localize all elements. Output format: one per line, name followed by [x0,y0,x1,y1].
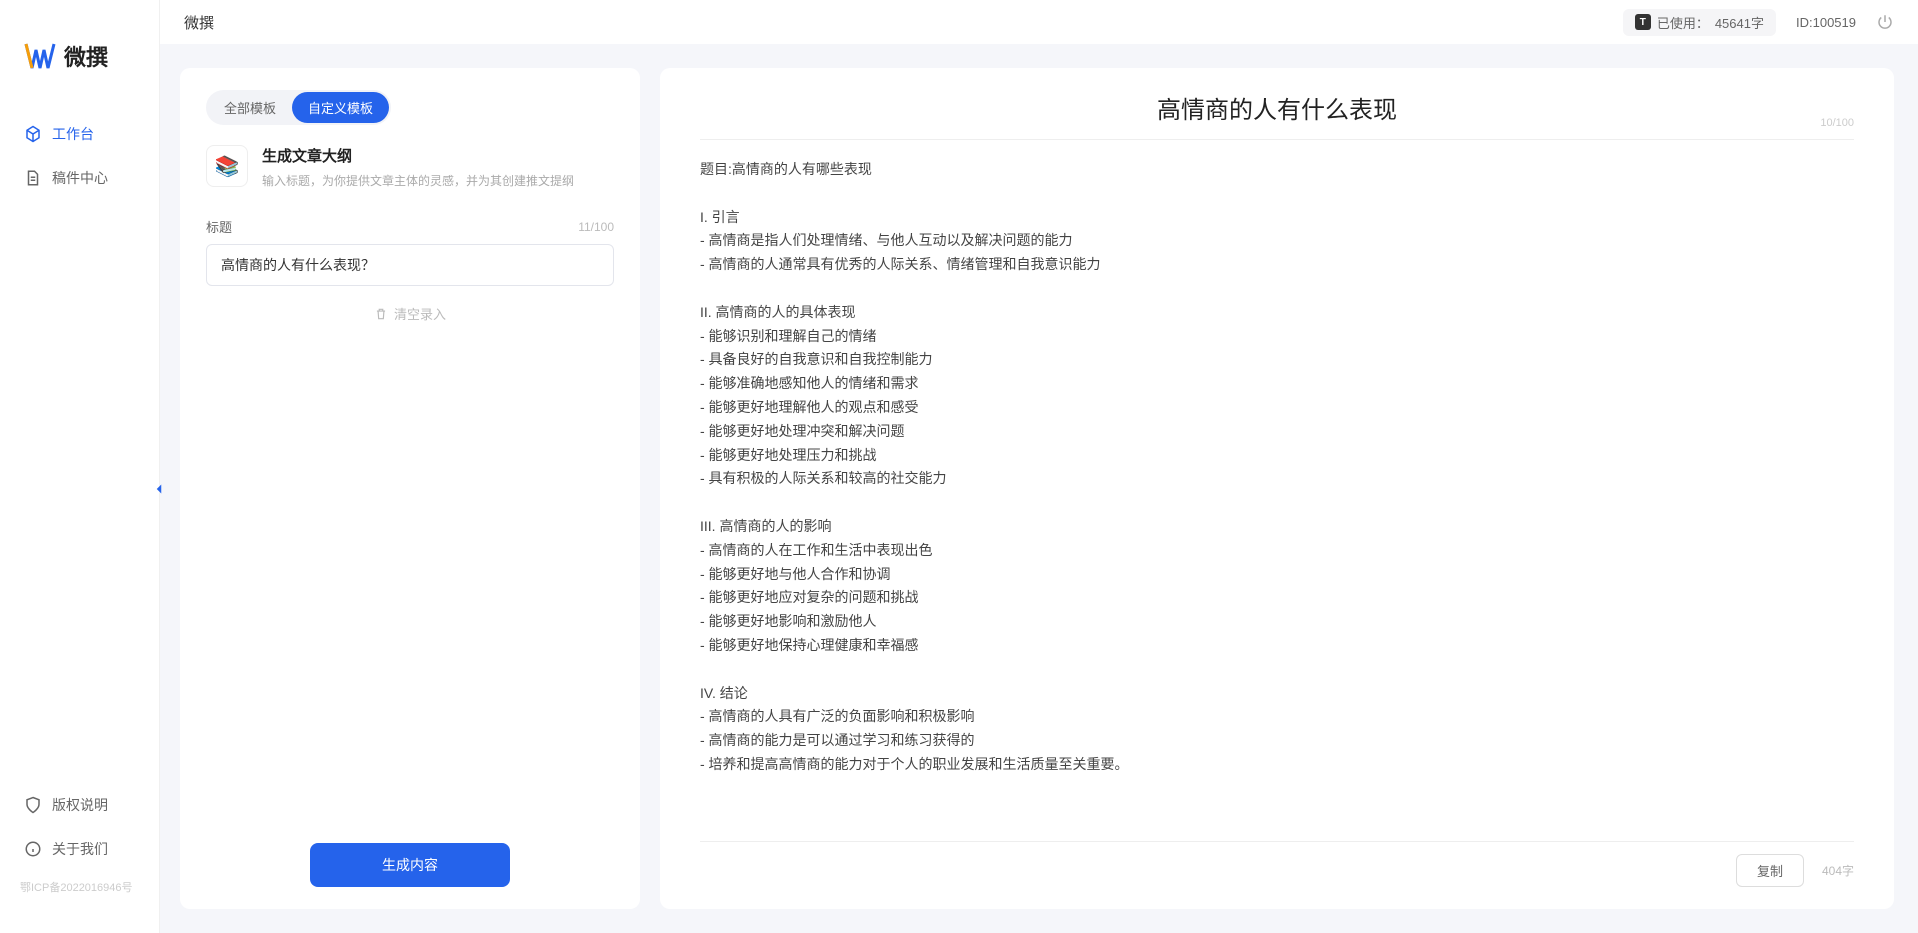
title-input[interactable] [206,244,614,286]
nav-workspace-label: 工作台 [52,124,94,144]
sidebar: 微撰 工作台 稿件中心 版权说明 关于我们 鄂ICP备2022016946号 [0,0,160,933]
word-count: 404字 [1822,862,1854,879]
nav-bottom: 版权说明 关于我们 鄂ICP备2022016946号 [0,783,159,913]
shield-icon [24,796,42,814]
output-body: 题目:高情商的人有哪些表现 I. 引言 - 高情商是指人们处理情绪、与他人互动以… [700,158,1854,831]
title-field-row: 标题 11/100 [206,217,614,236]
icp-text: 鄂ICP备2022016946号 [0,871,159,903]
output-footer: 复制 404字 [700,841,1854,887]
nav-workspace[interactable]: 工作台 [0,112,159,156]
info-icon [24,840,42,858]
nav-drafts[interactable]: 稿件中心 [0,156,159,200]
nav-drafts-label: 稿件中心 [52,168,108,188]
nav-copyright[interactable]: 版权说明 [0,783,159,827]
clear-label: 清空录入 [394,304,446,323]
template-text: 生成文章大纲 输入标题，为你提供文章主体的灵感，并为其创建推文提纲 [262,145,574,189]
power-icon[interactable] [1876,13,1894,31]
tab-all-templates[interactable]: 全部模板 [208,92,292,123]
logo-icon [24,40,56,72]
generate-button[interactable]: 生成内容 [310,843,510,887]
usage-label: 已使用： [1657,13,1709,32]
app-title: 微撰 [184,12,214,33]
template-card: 📚 生成文章大纲 输入标题，为你提供文章主体的灵感，并为其创建推文提纲 [206,145,614,189]
output-header: 高情商的人有什么表现 10/100 [700,90,1854,140]
nav-about[interactable]: 关于我们 [0,827,159,871]
output-title: 高情商的人有什么表现 [700,90,1854,125]
trash-icon [374,307,388,321]
usage-badge: T 已使用： 45641字 [1623,9,1776,36]
template-title: 生成文章大纲 [262,145,574,166]
output-panel: 高情商的人有什么表现 10/100 题目:高情商的人有哪些表现 I. 引言 - … [660,68,1894,909]
main: 微撰 T 已使用： 45641字 ID:100519 全部模板 自定义模板 [160,0,1918,933]
topbar-right: T 已使用： 45641字 ID:100519 [1623,9,1894,36]
title-counter: 11/100 [578,220,614,234]
tab-custom-template[interactable]: 自定义模板 [292,92,389,123]
mode-tabs: 全部模板 自定义模板 [206,90,391,125]
usage-value: 45641字 [1715,13,1764,32]
user-id-label: ID: [1796,15,1813,30]
title-label: 标题 [206,217,232,236]
cube-icon [24,125,42,143]
template-desc: 输入标题，为你提供文章主体的灵感，并为其创建推文提纲 [262,172,574,189]
user-id: ID:100519 [1796,15,1856,30]
content: 全部模板 自定义模板 📚 生成文章大纲 输入标题，为你提供文章主体的灵感，并为其… [160,44,1918,933]
logo-text: 微撰 [64,40,108,72]
document-icon [24,169,42,187]
nav-copyright-label: 版权说明 [52,795,108,815]
main-nav: 工作台 稿件中心 [0,112,159,783]
text-count-icon: T [1635,14,1651,30]
nav-about-label: 关于我们 [52,839,108,859]
output-limit: 10/100 [1820,117,1854,129]
topbar: 微撰 T 已使用： 45641字 ID:100519 [160,0,1918,44]
logo: 微撰 [0,20,159,112]
user-id-value: 100519 [1813,15,1856,30]
input-panel: 全部模板 自定义模板 📚 生成文章大纲 输入标题，为你提供文章主体的灵感，并为其… [180,68,640,909]
clear-button[interactable]: 清空录入 [206,304,614,323]
spacer [206,323,614,843]
collapse-handle-icon[interactable] [150,480,168,498]
template-icon: 📚 [206,145,248,187]
copy-button[interactable]: 复制 [1736,854,1804,887]
